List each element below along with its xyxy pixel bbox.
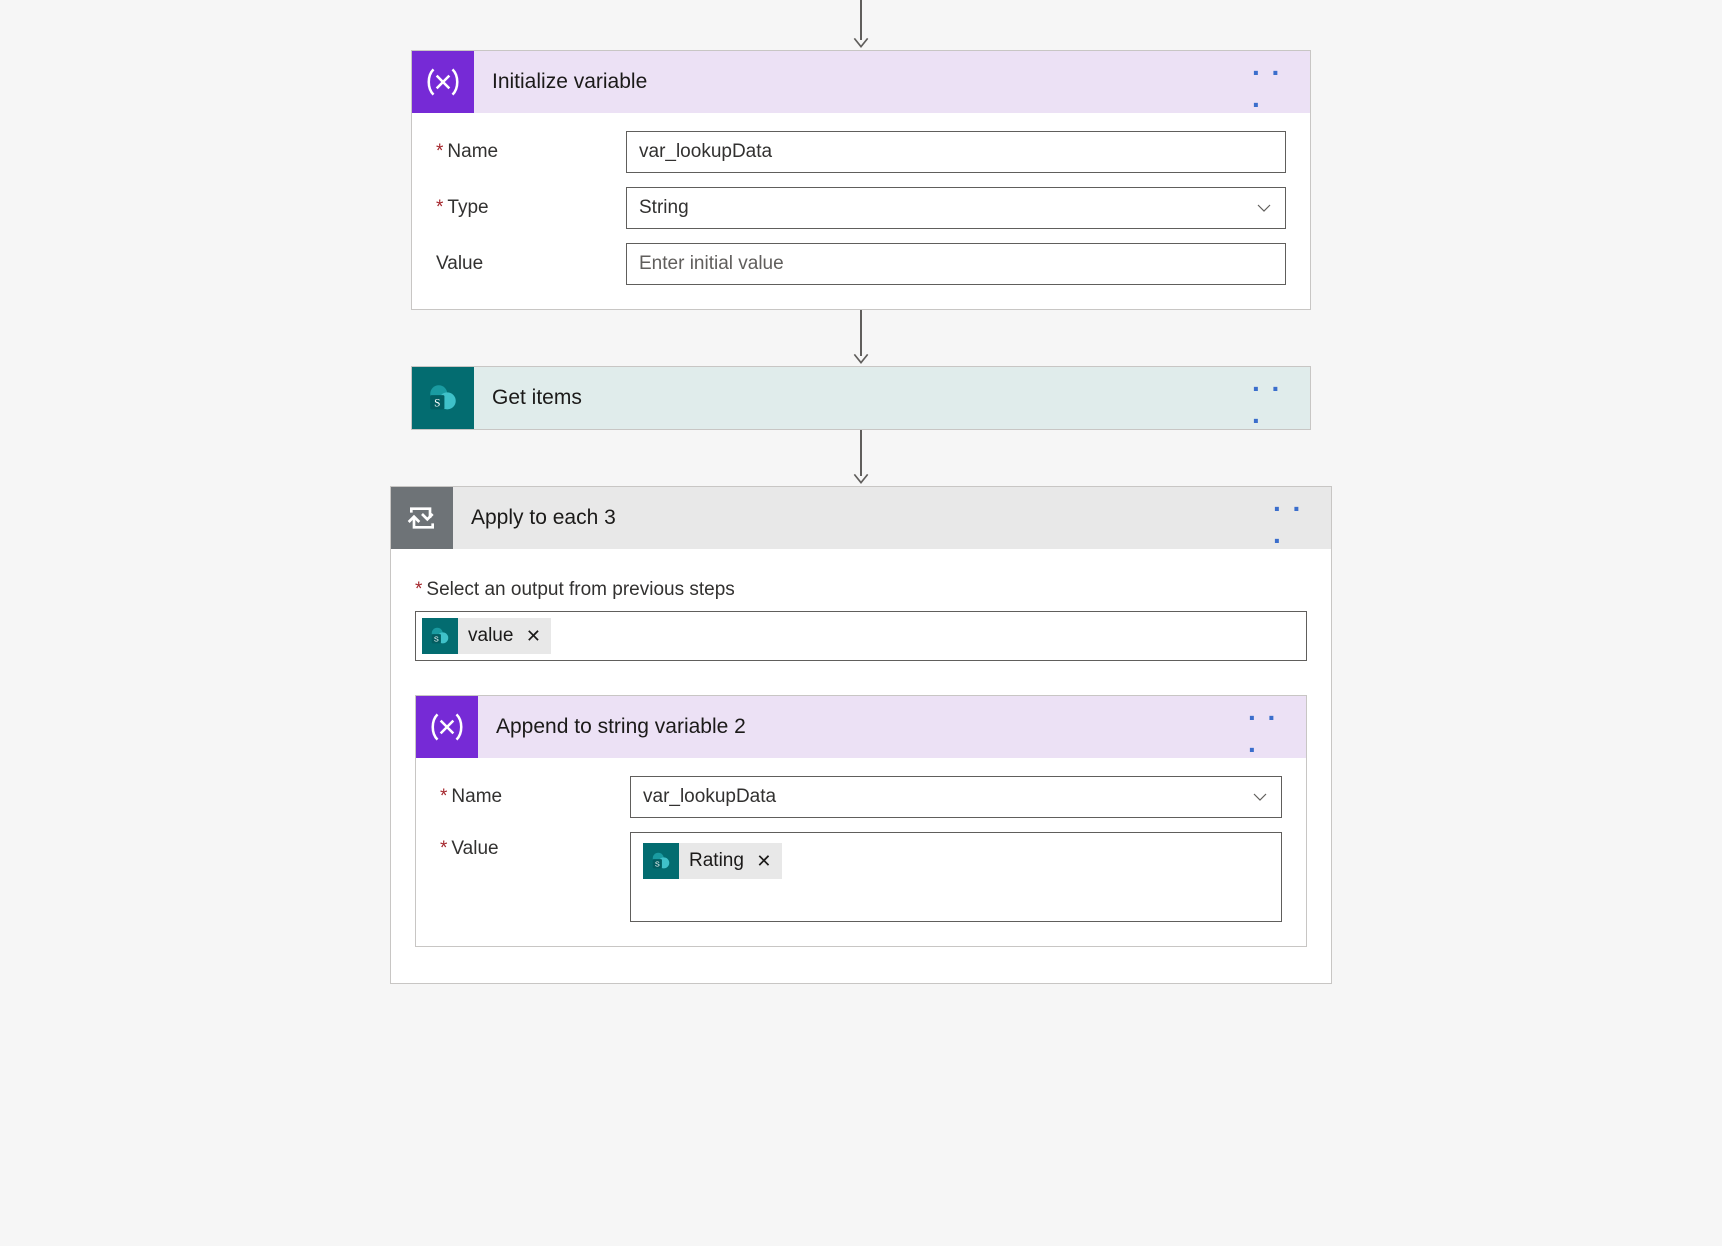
action-card-append-string: Append to string variable 2 . . . * Name — [415, 695, 1307, 947]
sharepoint-icon: S — [422, 618, 458, 654]
variable-icon — [412, 51, 474, 113]
action-card-apply-to-each: Apply to each 3 . . . * Select an output… — [390, 486, 1332, 984]
ellipsis-icon: . . . — [1252, 50, 1296, 114]
ellipsis-icon: . . . — [1252, 366, 1296, 430]
card-menu-button[interactable]: . . . — [1273, 498, 1317, 538]
loop-icon — [391, 487, 453, 549]
sharepoint-icon: S — [412, 367, 474, 429]
card-menu-button[interactable]: . . . — [1252, 62, 1296, 102]
card-menu-button[interactable]: . . . — [1248, 707, 1292, 747]
required-indicator: * — [436, 141, 443, 163]
card-menu-button[interactable]: . . . — [1252, 378, 1296, 418]
card-title: Get items — [492, 386, 1252, 410]
svg-text:S: S — [434, 398, 440, 410]
action-card-initialize-variable: Initialize variable . . . * Name var_loo… — [411, 50, 1311, 310]
value-input[interactable]: Enter initial value — [626, 243, 1286, 285]
card-header[interactable]: S Get items . . . — [412, 367, 1310, 429]
sharepoint-icon: S — [643, 843, 679, 879]
card-body: * Name var_lookupData * Type String — [412, 113, 1310, 309]
connector-arrow — [860, 0, 862, 50]
variable-icon — [416, 696, 478, 758]
select-output-label: * Select an output from previous steps — [415, 579, 1307, 601]
card-title: Apply to each 3 — [471, 506, 1273, 530]
field-label-value: Value — [436, 253, 626, 275]
required-indicator: * — [440, 838, 447, 860]
card-body: * Name var_lookupData — [416, 758, 1306, 946]
required-indicator: * — [415, 579, 422, 601]
name-select[interactable]: var_lookupData — [630, 776, 1282, 818]
field-label-value: * Value — [440, 832, 630, 860]
ellipsis-icon: . . . — [1273, 486, 1317, 550]
card-title: Initialize variable — [492, 70, 1252, 94]
card-header[interactable]: Apply to each 3 . . . — [391, 487, 1331, 549]
ellipsis-icon: . . . — [1248, 695, 1292, 759]
connector-arrow — [860, 430, 862, 486]
card-header[interactable]: Initialize variable . . . — [412, 51, 1310, 113]
chevron-down-icon — [1249, 786, 1271, 808]
value-input[interactable]: S Rating ✕ — [630, 832, 1282, 922]
connector-arrow — [860, 310, 862, 366]
token-label: value — [468, 625, 513, 647]
select-output-input[interactable]: S value ✕ — [415, 611, 1307, 661]
token-rating: S Rating ✕ — [643, 843, 782, 879]
field-label-type: * Type — [436, 197, 626, 219]
card-title: Append to string variable 2 — [496, 715, 1248, 739]
required-indicator: * — [440, 786, 447, 808]
field-label-name: * Name — [436, 141, 626, 163]
card-header[interactable]: Append to string variable 2 . . . — [416, 696, 1306, 758]
action-card-get-items[interactable]: S Get items . . . — [411, 366, 1311, 430]
chevron-down-icon — [1253, 197, 1275, 219]
required-indicator: * — [436, 197, 443, 219]
token-value: S value ✕ — [422, 618, 551, 654]
type-select[interactable]: String — [626, 187, 1286, 229]
svg-text:S: S — [655, 860, 660, 869]
svg-text:S: S — [434, 635, 439, 644]
name-input[interactable]: var_lookupData — [626, 131, 1286, 173]
token-remove-button[interactable]: ✕ — [523, 626, 543, 647]
loop-body: * Select an output from previous steps S… — [391, 549, 1331, 983]
token-label: Rating — [689, 850, 744, 872]
field-label-name: * Name — [440, 786, 630, 808]
token-remove-button[interactable]: ✕ — [754, 851, 774, 872]
